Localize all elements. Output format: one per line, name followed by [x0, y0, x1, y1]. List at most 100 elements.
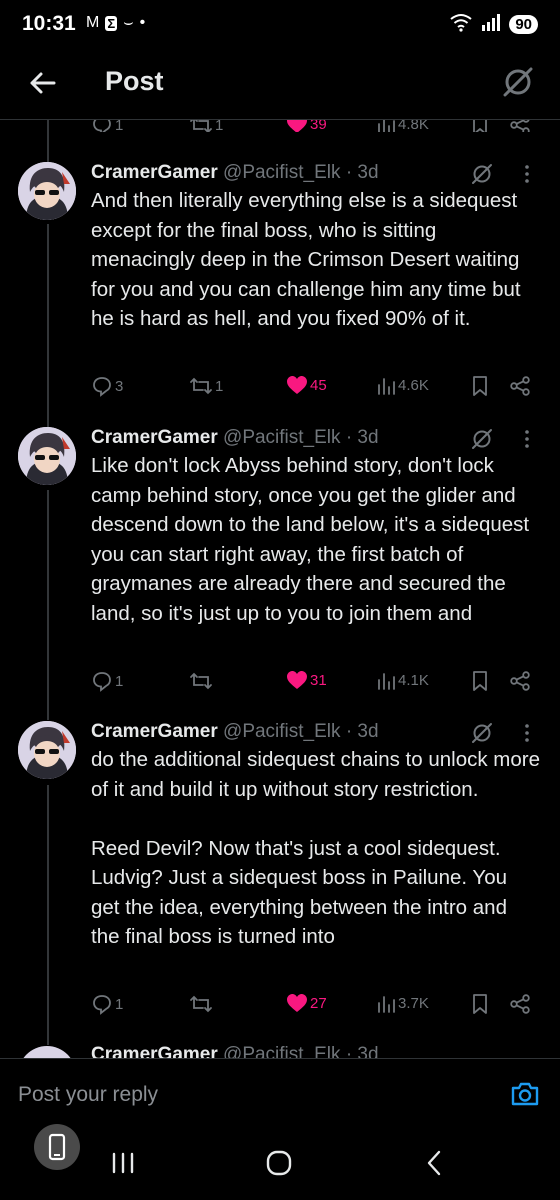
post-text: Like don't lock Abyss behind story, don'…: [91, 454, 535, 625]
author-name[interactable]: CramerGamer: [91, 427, 218, 448]
share-button[interactable]: [509, 375, 531, 397]
author-handle[interactable]: @Pacifist_Elk: [223, 1044, 341, 1058]
like-count: 27: [310, 994, 327, 1012]
post-text: do the additional sidequest chains to un…: [91, 748, 541, 948]
heart-filled-icon: [287, 376, 307, 394]
system-nav-bar: [0, 1124, 560, 1200]
repost-button[interactable]: [189, 993, 215, 1015]
more-options-icon[interactable]: [524, 164, 530, 184]
reply-composer[interactable]: Post your reply: [0, 1058, 560, 1134]
app-notification-icon: Σ: [105, 15, 118, 31]
post-text: And then literally everything else is a …: [91, 189, 527, 330]
avatar[interactable]: [18, 162, 76, 220]
author-handle[interactable]: @Pacifist_Elk: [223, 427, 341, 448]
bookmark-button[interactable]: [471, 670, 489, 692]
post-time: · 3d: [345, 1044, 379, 1058]
post-item[interactable]: CramerGamer @Pacifist_Elk · 3d do the ad…: [0, 721, 560, 1021]
gmail-icon: M: [86, 14, 100, 31]
like-button[interactable]: 31: [286, 670, 327, 690]
repost-count: 1: [215, 377, 224, 395]
share-icon: [510, 994, 530, 1014]
battery-indicator: 90: [509, 15, 538, 34]
post-time: · 3d: [345, 162, 379, 183]
recents-icon[interactable]: [108, 1148, 138, 1178]
grok-icon[interactable]: [470, 721, 494, 745]
grok-icon[interactable]: [470, 162, 494, 186]
views-button[interactable]: 3.7K: [376, 993, 429, 1013]
more-options-icon[interactable]: [524, 723, 530, 743]
amazon-icon: ⌣: [123, 14, 134, 31]
author-name[interactable]: CramerGamer: [91, 162, 218, 183]
post-meta: CramerGamer @Pacifist_Elk · 3d: [91, 721, 379, 743]
repost-button[interactable]: 1: [189, 375, 223, 397]
status-bar: 10:31 M Σ ⌣ • 90: [0, 0, 560, 50]
views-button[interactable]: 4.1K: [376, 670, 429, 690]
share-button[interactable]: [509, 993, 531, 1015]
wifi-icon: [449, 12, 473, 37]
avatar[interactable]: [18, 721, 76, 779]
partial-post: CramerGamer @Pacifist_Elk · 3d: [0, 1040, 560, 1058]
heart-filled-icon: [287, 994, 307, 1012]
more-options-icon[interactable]: [524, 429, 530, 449]
status-time: 10:31: [22, 12, 76, 35]
post-meta: CramerGamer @Pacifist_Elk · 3d: [91, 162, 379, 184]
back-arrow-icon[interactable]: [26, 66, 60, 100]
like-count: 31: [310, 671, 327, 689]
camera-icon[interactable]: [510, 1079, 540, 1109]
post-item[interactable]: CramerGamer @Pacifist_Elk · 3d Like don'…: [0, 427, 560, 697]
avatar[interactable]: [18, 1046, 76, 1058]
reply-input[interactable]: Post your reply: [18, 1083, 158, 1107]
reply-button[interactable]: 3: [91, 375, 123, 397]
views-count: 3.7K: [398, 994, 429, 1012]
views-icon: [378, 996, 395, 1013]
post-actions: 3 1 45 4.6K: [91, 375, 541, 399]
like-count: 45: [310, 376, 327, 394]
reply-count: 3: [115, 377, 124, 395]
back-icon[interactable]: [420, 1148, 450, 1178]
heart-filled-icon: [287, 671, 307, 689]
reply-count: 1: [115, 672, 124, 690]
share-icon: [510, 671, 530, 691]
like-button[interactable]: 27: [286, 993, 327, 1013]
home-icon[interactable]: [264, 1148, 294, 1178]
reply-icon: [93, 995, 111, 1015]
views-icon: [378, 673, 395, 690]
floating-phone-button[interactable]: [34, 1124, 80, 1170]
post-actions: 1 31 4.1K: [91, 670, 541, 694]
author-handle[interactable]: @Pacifist_Elk: [223, 162, 341, 183]
share-button[interactable]: [509, 670, 531, 692]
repost-button[interactable]: [189, 670, 215, 692]
repost-icon: [190, 995, 212, 1013]
author-name[interactable]: CramerGamer: [91, 721, 218, 742]
reply-count: 1: [115, 995, 124, 1013]
reply-button[interactable]: 1: [91, 993, 123, 1015]
bookmark-icon: [473, 671, 487, 691]
notification-icons: M Σ ⌣ •: [86, 14, 145, 32]
views-count: 4.1K: [398, 671, 429, 689]
top-app-bar: Post: [0, 50, 560, 120]
dot-icon: •: [139, 14, 146, 31]
views-button[interactable]: 4.6K: [376, 375, 429, 395]
bookmark-button[interactable]: [471, 993, 489, 1015]
bookmark-button[interactable]: [471, 375, 489, 397]
avatar[interactable]: [18, 427, 76, 485]
page-title: Post: [105, 66, 164, 96]
repost-icon: [190, 377, 212, 395]
reply-icon: [93, 377, 111, 397]
post-time: · 3d: [345, 427, 379, 448]
post-time: · 3d: [345, 721, 379, 742]
signal-icon: [481, 13, 501, 36]
views-count: 4.6K: [398, 376, 429, 394]
reply-button[interactable]: 1: [91, 670, 123, 692]
post-item[interactable]: CramerGamer @Pacifist_Elk · 3d And then …: [0, 162, 560, 407]
grok-icon[interactable]: [500, 64, 536, 100]
author-name[interactable]: CramerGamer: [91, 1044, 218, 1058]
repost-icon: [190, 672, 212, 690]
like-button[interactable]: 45: [286, 375, 327, 395]
author-handle[interactable]: @Pacifist_Elk: [223, 721, 341, 742]
bookmark-icon: [473, 994, 487, 1014]
views-icon: [378, 378, 395, 395]
reply-icon: [93, 672, 111, 692]
grok-icon[interactable]: [470, 427, 494, 451]
bookmark-icon: [473, 376, 487, 396]
